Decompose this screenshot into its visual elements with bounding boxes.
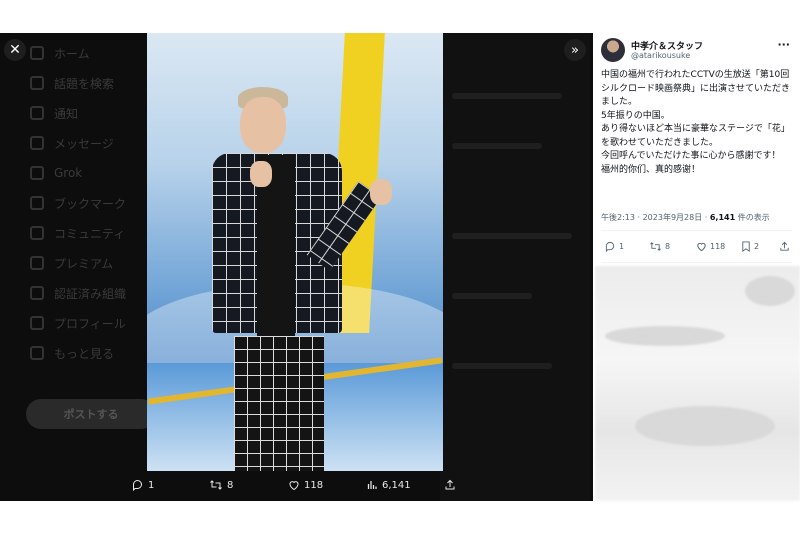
bg-nav-label: メッセージ — [54, 136, 114, 151]
bg-placeholder — [452, 143, 542, 149]
more-circle-icon — [30, 346, 44, 360]
double-chevron-right-icon: » — [571, 42, 579, 58]
media-views-button[interactable]: 6,141 — [366, 479, 411, 491]
media-reply-button[interactable]: 1 — [132, 479, 154, 491]
performer-head — [240, 97, 286, 153]
share-icon — [780, 241, 789, 251]
tweet-views-count: 6,141 — [709, 213, 736, 222]
blur-shape — [635, 406, 775, 446]
performer-pants — [234, 336, 324, 471]
background-timeline — [440, 33, 590, 501]
bookmark-icon — [742, 241, 750, 252]
tweet-line: あり得ないほど本当に豪華なステージで「花」を歌わせていただきました。 — [601, 124, 790, 148]
analytics-icon — [367, 481, 377, 489]
heart-icon — [697, 242, 706, 252]
media-views-count: 6,141 — [382, 479, 411, 491]
media-action-bar: 1 8 118 6,141 — [0, 473, 593, 501]
bookmark-button[interactable]: 2 — [741, 241, 759, 252]
bg-nav-label: プロフィール — [54, 316, 126, 331]
repost-icon — [650, 242, 661, 251]
reply-icon — [133, 480, 142, 491]
bg-nav-label: ホーム — [54, 46, 90, 61]
repost-icon — [210, 480, 222, 490]
media-share-button[interactable] — [444, 479, 456, 491]
mail-icon — [30, 136, 44, 150]
tweet-line: 今回呼んでいただけた事に心から感謝です！ — [601, 151, 781, 161]
repost-button[interactable]: 8 — [649, 241, 670, 252]
bg-placeholder — [452, 363, 552, 369]
bg-placeholder — [452, 93, 562, 99]
bg-placeholder — [452, 293, 532, 299]
tweet-actions: 1 8 118 2 — [601, 238, 792, 258]
tweet-meta: 午後2:13 · 2023年9月28日 · 6,141 件の表示 — [601, 212, 770, 223]
bg-nav-label: 認証済み組織 — [54, 286, 127, 301]
repost-count: 8 — [665, 242, 671, 251]
bookmark-count: 2 — [754, 242, 760, 251]
community-icon — [30, 226, 44, 240]
media-viewer: ホーム 話題を検索 通知 メッセージ Grok ブックマーク コミュニティ プレ… — [0, 33, 800, 501]
performer-hand — [370, 179, 392, 205]
blur-shape — [745, 276, 795, 306]
home-icon — [30, 46, 44, 60]
bg-nav-label: ブックマーク — [54, 196, 127, 211]
bookmark-icon — [30, 196, 44, 210]
expand-panel-button[interactable]: » — [564, 39, 586, 61]
tweet-line: 中国の福州で行われたCCTVの生放送「第10回シルクロード映画祭典」に出演させて… — [601, 70, 791, 107]
bg-nav-label: 話題を検索 — [54, 76, 115, 91]
person-icon — [30, 316, 44, 330]
tweet-timestamp[interactable]: 午後2:13 · 2023年9月28日 · — [601, 213, 710, 222]
tweet-line: 福州的你们、真的感谢！ — [601, 164, 701, 175]
tweet-line: 5年振りの中国。 — [601, 110, 670, 121]
reply-count: 1 — [619, 242, 625, 251]
tweet-views-label: 件の表示 — [735, 213, 770, 222]
search-icon — [30, 76, 44, 90]
avatar[interactable] — [601, 38, 625, 62]
like-count: 118 — [710, 242, 726, 251]
x-logo-icon — [30, 256, 44, 270]
media-like-button[interactable]: 118 — [288, 479, 323, 491]
bell-icon — [30, 106, 44, 120]
tweet-text: 中国の福州で行われたCCTVの生放送「第10回シルクロード映画祭典」に出演させて… — [601, 69, 794, 177]
bg-post-button: ポストする — [26, 399, 156, 429]
bg-nav-label: プレミアム — [54, 256, 114, 271]
bg-nav-label: もっと見る — [54, 346, 115, 361]
reply-button[interactable]: 1 — [605, 241, 624, 252]
bg-nav-label: コミュニティ — [54, 226, 126, 241]
reply-icon — [605, 241, 615, 252]
divider — [601, 230, 792, 231]
bg-nav-label: 通知 — [54, 106, 79, 121]
grok-icon — [30, 166, 44, 180]
bg-nav-label: Grok — [54, 166, 83, 180]
performer-hand — [250, 161, 272, 187]
more-options-button[interactable]: ··· — [777, 38, 790, 51]
blur-shape — [605, 326, 725, 346]
author-handle[interactable]: @atarikousuke — [631, 51, 690, 60]
media-repost-button[interactable]: 8 — [209, 479, 233, 491]
tweet-header: 中孝介＆スタッフ @atarikousuke ··· — [601, 38, 796, 66]
media-reply-count: 1 — [148, 479, 155, 491]
bg-placeholder — [452, 233, 572, 239]
close-button[interactable]: ✕ — [4, 39, 26, 61]
close-icon: ✕ — [9, 42, 21, 58]
blurred-replies — [595, 266, 800, 501]
share-button[interactable] — [779, 241, 790, 252]
media-overlay: ホーム 話題を検索 通知 メッセージ Grok ブックマーク コミュニティ プレ… — [0, 33, 593, 501]
media-like-count: 118 — [304, 479, 324, 491]
heart-icon — [289, 481, 299, 491]
performer-figure — [212, 87, 392, 471]
like-button[interactable]: 118 — [696, 241, 725, 252]
share-icon — [445, 479, 455, 490]
media-repost-count: 8 — [227, 479, 234, 491]
divider — [601, 262, 792, 263]
media-photo[interactable] — [147, 33, 443, 471]
tweet-panel: 中孝介＆スタッフ @atarikousuke ··· 中国の福州で行われたCCT… — [593, 33, 800, 501]
lightning-icon — [30, 286, 44, 300]
